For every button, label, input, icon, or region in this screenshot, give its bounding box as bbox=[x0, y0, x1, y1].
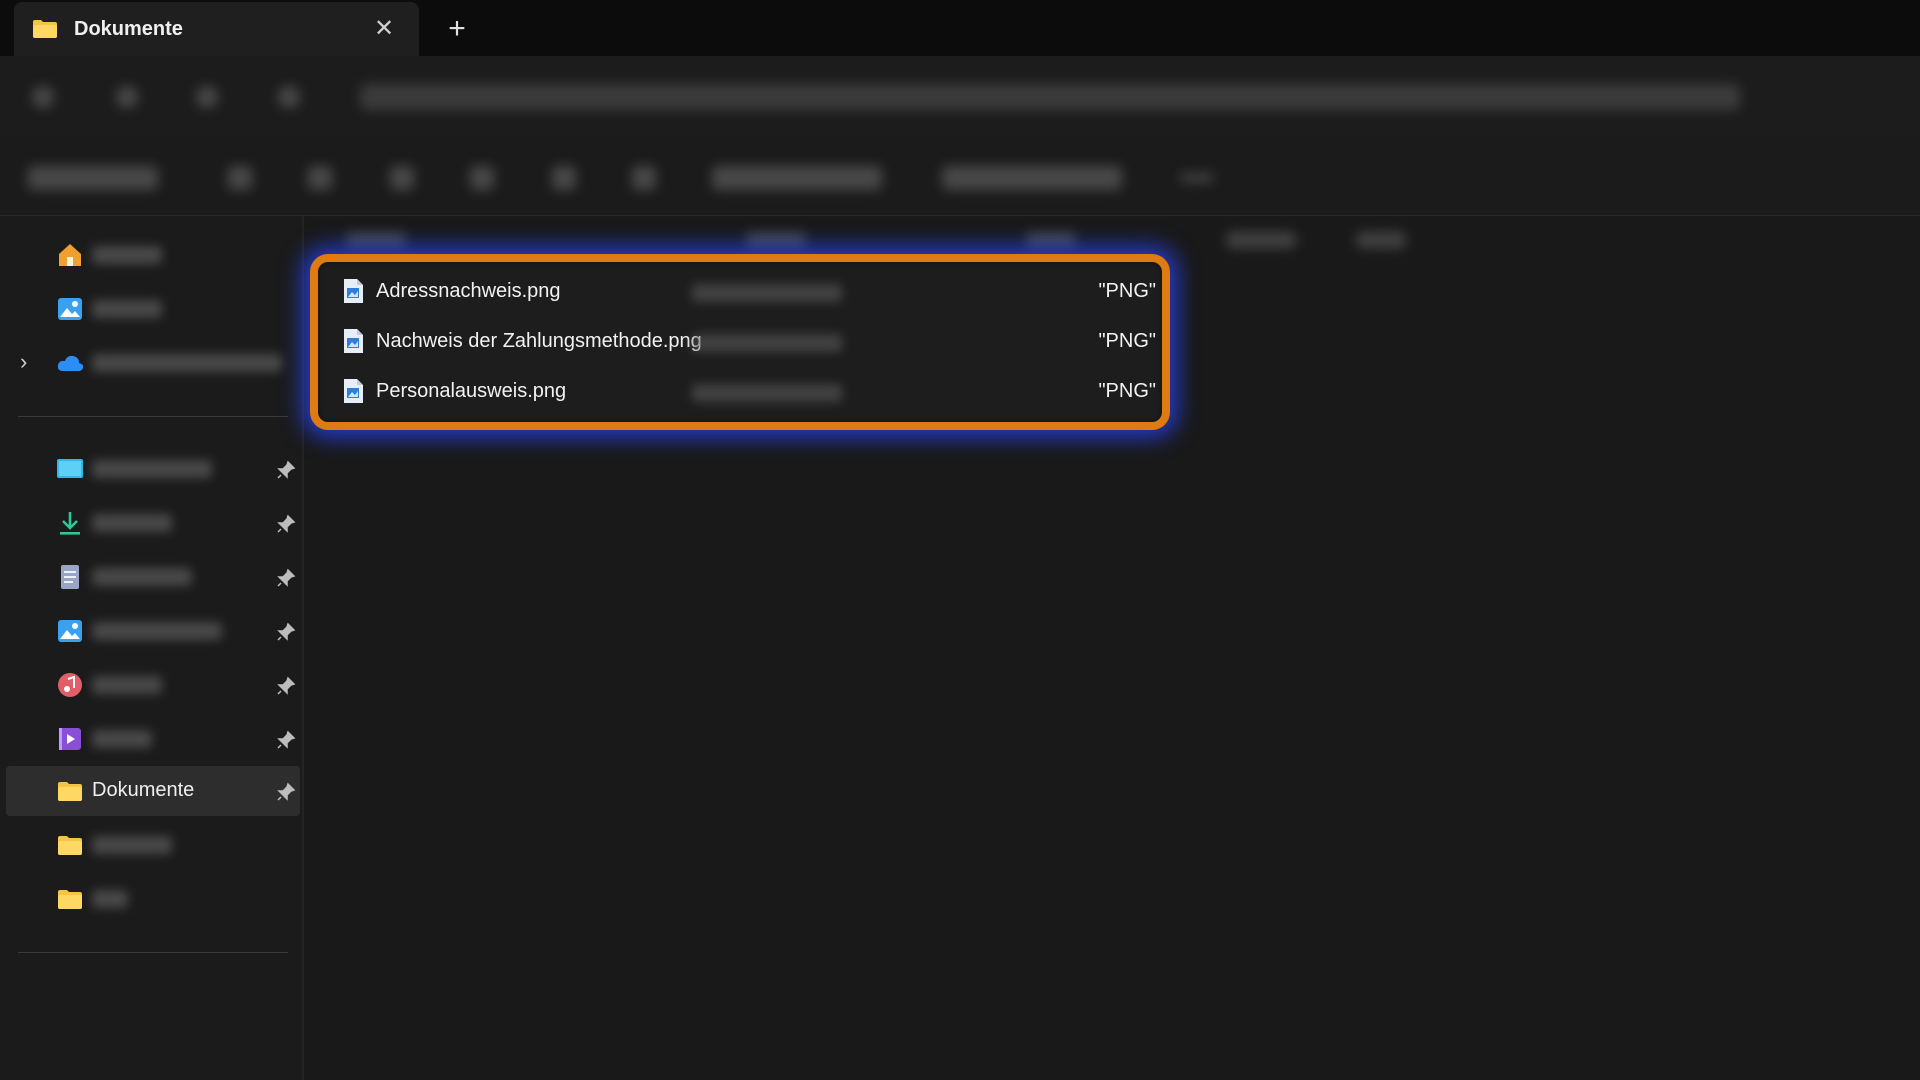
delete-icon[interactable] bbox=[632, 166, 656, 190]
column-header-extra[interactable] bbox=[1356, 232, 1406, 248]
up-button[interactable] bbox=[196, 86, 218, 108]
sort-button[interactable] bbox=[712, 166, 882, 190]
pictures-icon bbox=[58, 620, 82, 642]
chevron-right-icon[interactable]: › bbox=[20, 350, 40, 374]
column-header-type[interactable] bbox=[1026, 232, 1076, 248]
pin-icon[interactable] bbox=[276, 460, 296, 480]
sidebar-item-folder[interactable] bbox=[0, 874, 300, 924]
sidebar-item-gallery[interactable] bbox=[0, 284, 300, 334]
pin-icon[interactable] bbox=[276, 568, 296, 588]
download-icon bbox=[60, 512, 80, 535]
sidebar-item-label bbox=[92, 300, 162, 318]
file-type: "PNG" bbox=[1098, 330, 1156, 352]
cloud-icon bbox=[57, 355, 84, 371]
file-name: Personalausweis.png bbox=[376, 380, 567, 402]
tab-title: Dokumente bbox=[74, 17, 183, 40]
gallery-icon bbox=[58, 298, 82, 320]
file-date bbox=[692, 384, 842, 402]
desktop-icon bbox=[57, 459, 83, 478]
sidebar-item-label: Dokumente bbox=[92, 779, 195, 801]
sidebar-item-label bbox=[92, 676, 162, 694]
column-header-date[interactable] bbox=[746, 232, 806, 248]
refresh-button[interactable] bbox=[278, 86, 300, 108]
folder-icon bbox=[33, 20, 57, 38]
sidebar-item-desktop[interactable] bbox=[0, 444, 300, 494]
table-row[interactable]: Adressnachweis.png "PNG" bbox=[342, 268, 1162, 312]
rename-icon[interactable] bbox=[470, 166, 494, 190]
back-button[interactable] bbox=[32, 86, 54, 108]
image-file-icon bbox=[344, 379, 363, 403]
command-toolbar bbox=[0, 136, 1920, 216]
home-icon bbox=[59, 244, 81, 266]
address-bar bbox=[0, 56, 1920, 136]
tab-dokumente[interactable]: Dokumente ✕ bbox=[14, 2, 419, 56]
file-group-highlight: Adressnachweis.png "PNG" Nachweis der Za… bbox=[310, 254, 1170, 430]
close-icon[interactable]: ✕ bbox=[371, 16, 397, 42]
sidebar-item-label bbox=[92, 730, 152, 748]
videos-icon bbox=[59, 728, 81, 750]
more-icon[interactable] bbox=[1180, 174, 1214, 182]
table-row[interactable]: Nachweis der Zahlungsmethode.png "PNG" bbox=[342, 318, 1162, 362]
music-icon bbox=[58, 673, 82, 697]
file-name: Adressnachweis.png bbox=[376, 280, 561, 302]
sidebar-item-label bbox=[92, 246, 162, 264]
sidebar-item-documents[interactable] bbox=[0, 552, 300, 602]
paste-icon[interactable] bbox=[390, 166, 414, 190]
image-file-icon bbox=[344, 279, 363, 303]
cut-icon[interactable] bbox=[228, 166, 252, 190]
column-header-size[interactable] bbox=[1226, 232, 1296, 248]
sidebar-divider bbox=[18, 416, 288, 417]
pin-icon[interactable] bbox=[276, 676, 296, 696]
sidebar-item-onedrive[interactable]: › bbox=[0, 338, 300, 388]
title-bar: Dokumente ✕ + bbox=[0, 0, 1920, 56]
copy-icon[interactable] bbox=[308, 166, 332, 190]
share-icon[interactable] bbox=[552, 166, 576, 190]
file-date bbox=[692, 284, 842, 302]
sidebar-item-label bbox=[92, 622, 222, 640]
file-name: Nachweis der Zahlungsmethode.png bbox=[376, 330, 702, 352]
forward-button[interactable] bbox=[116, 86, 138, 108]
address-bar-blurred bbox=[0, 56, 1920, 136]
breadcrumb[interactable] bbox=[360, 84, 1740, 110]
navigation-pane: › Dokumente bbox=[0, 216, 304, 1080]
table-row[interactable]: Personalausweis.png "PNG" bbox=[342, 368, 1162, 412]
file-type: "PNG" bbox=[1098, 380, 1156, 402]
sidebar-divider bbox=[18, 952, 288, 953]
sidebar-item-music[interactable] bbox=[0, 660, 300, 710]
pin-icon[interactable] bbox=[276, 730, 296, 750]
pin-icon[interactable] bbox=[276, 622, 296, 642]
sidebar-item-downloads[interactable] bbox=[0, 498, 300, 548]
image-file-icon bbox=[344, 329, 363, 353]
pin-icon[interactable] bbox=[276, 514, 296, 534]
sidebar-item-label bbox=[92, 354, 282, 372]
file-date bbox=[692, 334, 842, 352]
sidebar-item-folder[interactable] bbox=[0, 820, 300, 870]
sidebar-item-label bbox=[92, 836, 172, 854]
new-button[interactable] bbox=[28, 166, 158, 190]
file-list-view: Adressnachweis.png "PNG" Nachweis der Za… bbox=[306, 216, 1920, 1080]
sidebar-item-label bbox=[92, 568, 192, 586]
toolbar-blurred bbox=[0, 136, 1920, 215]
view-button[interactable] bbox=[942, 166, 1122, 190]
sidebar-item-pictures[interactable] bbox=[0, 606, 300, 656]
file-type: "PNG" bbox=[1098, 280, 1156, 302]
folder-icon bbox=[58, 782, 82, 801]
new-tab-button[interactable]: + bbox=[442, 14, 472, 44]
sidebar-item-home[interactable] bbox=[0, 230, 300, 280]
document-icon bbox=[61, 565, 79, 589]
sidebar-item-label bbox=[92, 514, 172, 532]
sidebar-item-label bbox=[92, 890, 128, 908]
sidebar-item-videos[interactable] bbox=[0, 714, 300, 764]
sidebar-item-label bbox=[92, 460, 212, 478]
sidebar-item-dokumente[interactable]: Dokumente bbox=[6, 766, 300, 816]
folder-icon bbox=[58, 890, 82, 909]
column-header-name[interactable] bbox=[346, 232, 406, 248]
pin-icon[interactable] bbox=[276, 782, 296, 802]
folder-icon bbox=[58, 836, 82, 855]
